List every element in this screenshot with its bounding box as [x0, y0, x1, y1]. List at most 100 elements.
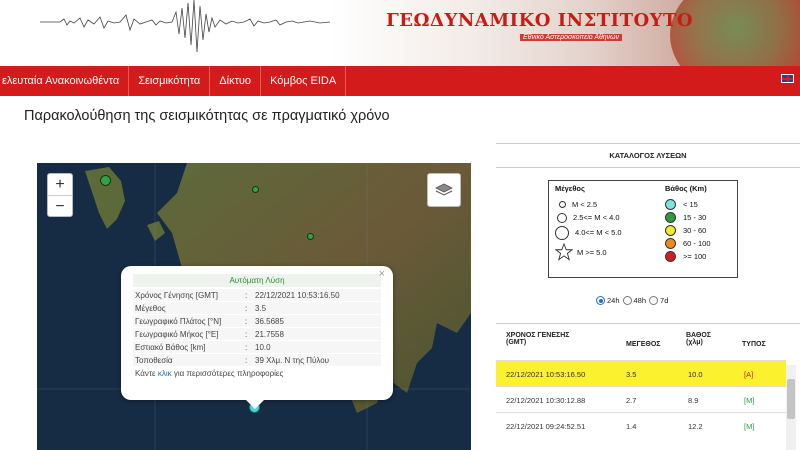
- popup-value: 39 Χλμ. Ν της Πύλου: [255, 355, 330, 365]
- radio-24h[interactable]: [596, 296, 605, 305]
- catalog-panel: ΚΑΤΑΛΟΓΟΣ ΛΥΣΕΩΝ Μέγεθος M < 2.5 2.5<= M…: [496, 143, 800, 450]
- popup-value: 36.5685: [255, 316, 284, 326]
- col-time-header[interactable]: ΧΡΟΝΟΣ ΓΕΝΕΣΗΣ (GMT): [506, 332, 570, 346]
- circle-small-icon: [559, 201, 566, 208]
- table-row[interactable]: 22/12/2021 10:30:12.88 2.7 8.9 [M]: [496, 386, 786, 412]
- table-scrollbar[interactable]: [786, 365, 796, 450]
- popup-value: 21.7558: [255, 329, 284, 339]
- legend-magnitude-item: 4.0<= M < 5.0: [555, 224, 622, 241]
- popup-value: 22/12/2021 10:53:16.50: [255, 290, 340, 300]
- popup-link-prefix: Κάντε: [135, 369, 158, 378]
- col-depth-header-line2: (χλμ): [686, 339, 703, 346]
- nav-item-seismicity[interactable]: Σεισμικότητα: [129, 66, 211, 96]
- cell-time: 22/12/2021 10:53:16.50: [506, 370, 586, 379]
- legend-depth-label: 15 - 30: [683, 213, 707, 222]
- legend-depth-item: < 15: [665, 198, 711, 211]
- zoom-control: + −: [47, 173, 73, 217]
- legend-depth-label: >= 100: [683, 252, 707, 261]
- popup-label: Γεωγραφικό Πλάτος [°N]: [135, 316, 222, 326]
- institute-subtitle: Εθνικό Αστεροσκοπείο Αθηνών: [520, 34, 623, 41]
- radio-7d[interactable]: [649, 296, 659, 305]
- popup-label: Χρόνος Γένησης [GMT]: [135, 290, 218, 300]
- popup-more-info-link[interactable]: κλικ: [158, 369, 172, 378]
- popup-label: Μέγεθος: [135, 303, 166, 313]
- radio-24h-label: 24h: [607, 296, 620, 305]
- cell-time: 22/12/2021 09:24:52.51: [506, 422, 586, 431]
- popup-row: Εστιακό Βάθος [km]:10.0: [133, 341, 381, 354]
- radio-48h[interactable]: [622, 296, 632, 305]
- english-flag-icon[interactable]: [781, 74, 794, 83]
- table-row[interactable]: 22/12/2021 09:24:52.51 1.4 12.2 [M]: [496, 412, 786, 438]
- popup-close-button[interactable]: ×: [379, 268, 385, 280]
- depth-color-swatch: [665, 238, 676, 249]
- popup-row: Τοποθεσία:39 Χλμ. Ν της Πύλου: [133, 354, 381, 367]
- col-depth-header-line1: ΒΑΘΟΣ: [686, 332, 712, 339]
- popup-label: Γεωγραφικό Μήκος [°E]: [135, 329, 219, 339]
- popup-value: 3.5: [255, 303, 267, 313]
- popup-row: Μέγεθος:3.5: [133, 302, 381, 315]
- legend-magnitude-label: 4.0<= M < 5.0: [575, 228, 622, 237]
- event-popup: × Αυτόματη Λύση Χρόνος Γένησης [GMT]:22/…: [121, 266, 393, 409]
- col-type-header[interactable]: ΤΥΠΟΣ: [742, 341, 766, 348]
- legend-depth: Βάθος (Km) < 15 15 - 30 30 - 60 60 - 100…: [665, 184, 711, 263]
- legend-depth-item: 15 - 30: [665, 211, 711, 224]
- cell-time: 22/12/2021 10:30:12.88: [506, 396, 586, 405]
- depth-color-swatch: [665, 225, 676, 236]
- legend-depth-item: >= 100: [665, 250, 711, 263]
- popup-row: Γεωγραφικό Πλάτος [°N]:36.5685: [133, 315, 381, 328]
- page-title: Παρακολούθηση της σεισμικότητας σε πραγμ…: [24, 108, 390, 124]
- circle-medium-icon: [557, 212, 567, 223]
- cell-type: [M]: [744, 396, 755, 405]
- popup-row: Χρόνος Γένησης [GMT]:22/12/2021 10:53:16…: [133, 289, 381, 302]
- legend-depth-label: < 15: [683, 200, 698, 209]
- nav-item-network[interactable]: Δίκτυο: [210, 66, 262, 96]
- cell-magnitude: 1.4: [626, 422, 637, 431]
- legend-depth-heading: Βάθος (Km): [665, 184, 707, 193]
- col-time-header-line2: (GMT): [506, 339, 527, 346]
- cell-magnitude: 2.7: [626, 396, 637, 405]
- legend-box: Μέγεθος M < 2.5 2.5<= M < 4.0 4.0<= M < …: [548, 180, 738, 278]
- depth-color-swatch: [665, 251, 676, 262]
- popup-link-suffix: για περισσότερες πληροφορίες: [171, 369, 284, 378]
- main-nav: ελευταία Ανακοινωθέντα Σεισμικότητα Δίκτ…: [0, 66, 800, 96]
- nav-item-eida[interactable]: Κόμβος EIDA: [261, 66, 347, 96]
- legend-magnitude-heading: Μέγεθος: [555, 184, 585, 193]
- cell-depth: 12.2: [688, 422, 703, 431]
- radio-48h-label: 48h: [633, 296, 647, 305]
- seismicity-map[interactable]: + − × Αυτόματη Λύση Χρόνος Γένησης [GMT]…: [37, 163, 471, 450]
- event-marker[interactable]: [252, 186, 259, 193]
- event-marker[interactable]: [307, 233, 314, 240]
- zoom-in-button[interactable]: +: [48, 174, 72, 196]
- cell-type: [M]: [744, 422, 755, 431]
- col-magnitude-header[interactable]: ΜΕΓΕΘΟΣ: [626, 341, 660, 348]
- layers-button[interactable]: [427, 173, 461, 207]
- table-row[interactable]: 22/12/2021 10:53:16.50 3.5 10.0 [A]: [496, 360, 786, 386]
- site-header: ΓΕΩΔΥΝΑΜΙΚΟ ΙΝΣΤΙΤΟΥΤΟ Εθνικό Αστεροσκοπ…: [0, 0, 800, 66]
- popup-row: Γεωγραφικό Μήκος [°E]:21.7558: [133, 328, 381, 341]
- depth-color-swatch: [665, 212, 676, 223]
- legend-magnitude-item: M >= 5.0: [555, 241, 622, 263]
- circle-large-icon: [555, 225, 569, 240]
- legend-depth-label: 60 - 100: [683, 239, 711, 248]
- popup-label: Τοποθεσία: [135, 355, 173, 365]
- legend-depth-item: 30 - 60: [665, 224, 711, 237]
- popup-heading: Αυτόματη Λύση: [133, 274, 381, 287]
- popup-value: 10.0: [255, 342, 271, 352]
- zoom-out-button[interactable]: −: [48, 196, 72, 218]
- col-depth-header[interactable]: ΒΑΘΟΣ (χλμ): [686, 332, 711, 346]
- institute-title: ΓΕΩΔΥΝΑΜΙΚΟ ΙΝΣΤΙΤΟΥΤΟ: [386, 10, 694, 31]
- col-time-header-line1: ΧΡΟΝΟΣ ΓΕΝΕΣΗΣ: [506, 332, 570, 339]
- legend-magnitude-item: M < 2.5: [555, 198, 622, 211]
- star-icon: [555, 243, 573, 261]
- popup-tip: [245, 399, 265, 409]
- time-range-selector: 24h 48h 7d: [596, 296, 671, 305]
- scrollbar-thumb[interactable]: [787, 379, 795, 419]
- nav-item-announcements[interactable]: ελευταία Ανακοινωθέντα: [0, 66, 130, 96]
- legend-magnitude-label: M >= 5.0: [577, 247, 607, 257]
- popup-label: Εστιακό Βάθος [km]: [135, 342, 206, 352]
- event-marker[interactable]: [100, 175, 111, 186]
- cell-magnitude: 3.5: [626, 370, 637, 379]
- legend-magnitude-label: M < 2.5: [572, 200, 598, 209]
- legend-magnitude-label: 2.5<= M < 4.0: [573, 213, 620, 222]
- layers-icon: [435, 183, 453, 196]
